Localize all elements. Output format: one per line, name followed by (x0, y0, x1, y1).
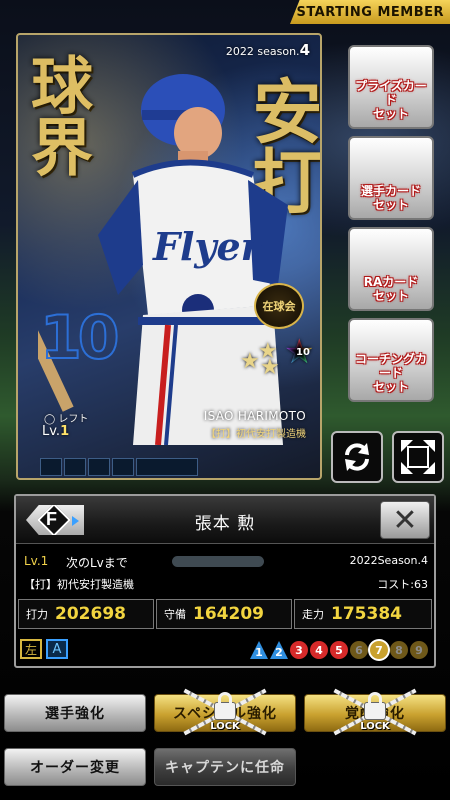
prize-card-set-button[interactable]: プライズカード セット (348, 45, 434, 129)
player-name-en: ISAO HARIMOTO (203, 409, 306, 423)
grade-8: 8 (390, 641, 408, 659)
lock-text: LOCK (360, 721, 390, 732)
card-level: Lv.1 (42, 424, 70, 439)
lock-overlay: LOCK (180, 686, 270, 742)
skill-slot (64, 458, 86, 476)
order-change-button[interactable]: オーダー変更 (4, 748, 146, 786)
player-card-set-button[interactable]: 選手カード セット (348, 136, 434, 220)
title-label: 【打】初代安打製造機 (24, 578, 134, 591)
refresh-button[interactable] (331, 431, 383, 483)
stat-batting: 打力 202698 (18, 599, 154, 629)
grade-5: 5 (330, 641, 348, 659)
grade-6: 6 (350, 641, 368, 659)
stat-value: 164209 (193, 604, 264, 624)
grade-7: 7 (370, 641, 388, 659)
star-icon: ★ (240, 349, 260, 374)
grade-3: 3 (290, 641, 308, 659)
stat-speed: 走力 175384 (294, 599, 432, 629)
button-label: 選手強化 (45, 706, 105, 722)
grade-2: 2 (270, 641, 288, 659)
skill-slot (112, 458, 134, 476)
refresh-icon (345, 443, 369, 471)
skill-slot (40, 458, 62, 476)
skill-slot (136, 458, 198, 476)
stat-defense: 守備 164209 (156, 599, 292, 629)
expand-button[interactable] (392, 431, 444, 483)
player-info-panel: F 張本 勲 ✕ Lv.1 次のLvまで 2022Season.4 【打】初代安… (14, 494, 436, 668)
level-label: Lv.1 (24, 554, 49, 568)
cost-label: コスト:63 (377, 578, 428, 591)
star-icon: ★ (260, 355, 280, 380)
button-label: キャプテンに任命 (165, 760, 285, 776)
lock-text: LOCK (210, 721, 240, 732)
skill-slots (40, 458, 198, 476)
lock-icon (214, 692, 236, 720)
lock-icon (364, 692, 386, 720)
svg-text:Flyer: Flyer (152, 224, 264, 269)
player-enhance-button[interactable]: 選手強化 (4, 694, 146, 732)
player-illustration: Flyer (38, 74, 288, 445)
grade-1: 1 (250, 641, 268, 659)
ra-card-set-button[interactable]: RAカード セット (348, 227, 434, 311)
stat-value: 202698 (55, 604, 126, 624)
stat-value: 175384 (331, 604, 402, 624)
button-label: 選手カード セット (360, 184, 421, 212)
button-label: プライズカード セット (355, 79, 427, 121)
stat-key: 走力 (302, 608, 324, 621)
grade-9: 9 (410, 641, 428, 659)
season-label: 2022Season.4 (349, 554, 428, 567)
player-name: 張本 勲 (194, 514, 256, 534)
lock-overlay: LOCK (330, 686, 420, 742)
level-row: Lv.1 次のLvまで 2022Season.4 (24, 552, 428, 570)
card-title-tag: 【打】初代安打製造機 (206, 429, 306, 440)
appoint-captain-button[interactable]: キャプテンに任命 (154, 748, 296, 786)
stat-key: 打力 (26, 608, 48, 621)
bats-throws: 左 A (20, 639, 68, 661)
emblem-badge: 在球会 (254, 283, 304, 329)
star-rank: ★ ★ ★ ★ 10 (240, 335, 320, 380)
xp-bar (172, 556, 264, 567)
skill-slot (88, 458, 110, 476)
grade-4: 4 (310, 641, 328, 659)
close-button[interactable]: ✕ (380, 501, 430, 539)
coaching-card-set-button[interactable]: コーチングカード セット (348, 318, 434, 402)
stat-key: 守備 (164, 608, 186, 621)
grade-indicators: 123456789 (250, 641, 428, 659)
banner-text: STARTING MEMBER (296, 4, 444, 20)
button-label: オーダー変更 (30, 760, 120, 776)
position-label: ◯ レフト (44, 414, 89, 425)
button-label: RAカード セット (363, 275, 419, 303)
jersey-number: 10 (39, 302, 120, 374)
bats-hand: 左 (20, 639, 42, 659)
button-label: コーチングカード セット (354, 352, 427, 394)
close-icon: ✕ (392, 502, 418, 538)
panel-header: F 張本 勲 ✕ (16, 496, 434, 544)
star-level: 10 (296, 347, 310, 358)
next-level-label: 次のLvまで (66, 556, 128, 570)
throws-arm: A (46, 639, 68, 659)
expand-icon (401, 440, 435, 474)
starting-member-banner: STARTING MEMBER (290, 0, 450, 24)
player-card[interactable]: 球界 安打 2022 season.4 Flyer 10 在球会 ★ ★ ★ ★… (16, 33, 322, 480)
